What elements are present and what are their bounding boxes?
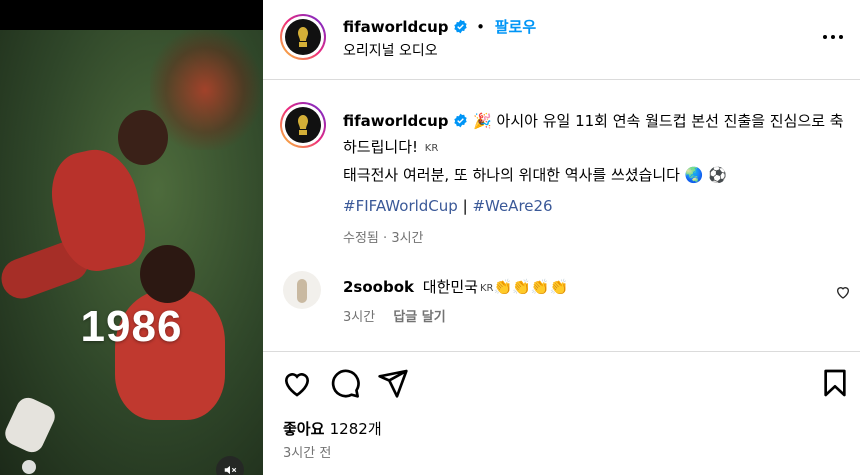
fifa-logo-icon [285,19,321,55]
heart-icon[interactable] [281,367,313,399]
video-player-sock [1,393,59,457]
likes-count[interactable]: 좋아요 1282개 [283,418,382,439]
fifa-logo-icon [285,107,321,143]
commenter-avatar[interactable] [283,271,321,309]
edited-separator: · [383,231,388,246]
header-username[interactable]: fifaworldcup [343,18,449,36]
caption-meta: 수정됨 · 3시간 [343,227,424,246]
comment-heart-icon[interactable] [835,284,851,300]
carousel-dot [22,460,36,474]
commenter-avatar-figure [297,279,307,303]
mute-icon [224,465,237,475]
caption-line-2: 태극전사 여러분, 또 하나의 위대한 역사를 쓰셨습니다 [343,166,680,184]
video-player-two-head [140,245,195,303]
clap-emojis: 👏👏👏👏 [493,278,569,296]
post-timestamp[interactable]: 3시간 전 [283,442,331,461]
more-options-icon[interactable] [821,27,845,47]
likes-label: 좋아요 [283,420,325,438]
header-avatar[interactable] [280,14,326,60]
caption-username[interactable]: fifaworldcup [343,112,449,130]
comment-korea-flag: KR [479,283,494,294]
original-audio-link[interactable]: 오리지널 오디오 [343,40,438,60]
post-caption: fifaworldcup 🎉 아시아 유일 11회 연속 월드컵 본선 진출을 … [343,108,853,188]
reel-video[interactable]: 1986 [0,0,263,475]
comment-body: 2soobok 대한민국 KR👏👏👏👏 [343,276,568,297]
header-separator: • [476,18,485,36]
party-emoji: 🎉 [473,112,492,130]
likes-number: 1282개 [329,420,382,438]
soccer-ball-emoji: ⚽ [708,166,727,184]
caption-avatar[interactable] [280,102,326,148]
verified-badge-icon [454,19,467,34]
comment-icon[interactable] [329,367,361,399]
hashtag-fifaworldcup[interactable]: #FIFAWorldCup [343,197,458,215]
header-divider [263,79,860,80]
edited-label: 수정됨 [343,231,379,246]
actions-divider [263,351,860,352]
comment-time[interactable]: 3시간 [343,310,375,325]
video-top-bar [0,0,263,30]
globe-emoji: 🌏 [684,166,704,184]
comment-meta: 3시간 답글 달기 [343,306,446,325]
header-user-line: fifaworldcup • 팔로우 [343,16,536,37]
verified-badge-icon [454,113,467,128]
video-year-overlay: 1986 [80,302,183,351]
comment-text: 대한민국 [422,278,478,296]
follow-button[interactable]: 팔로우 [495,18,536,36]
hashtag-weare26[interactable]: #WeAre26 [472,197,552,215]
comment-username[interactable]: 2soobok [343,278,414,296]
edited-time[interactable]: 3시간 [391,231,423,246]
video-player-one-head [118,110,168,165]
korea-flag: KR [424,143,439,154]
share-icon[interactable] [377,367,409,399]
reply-button[interactable]: 답글 달기 [393,310,445,325]
caption-hashtags: #FIFAWorldCup | #WeAre26 [343,197,553,215]
hashtag-separator: | [462,197,468,215]
post-detail-panel: fifaworldcup • 팔로우 오리지널 오디오 fifaworldcup… [263,0,860,475]
bookmark-icon[interactable] [819,367,851,399]
mute-button[interactable] [216,456,244,475]
